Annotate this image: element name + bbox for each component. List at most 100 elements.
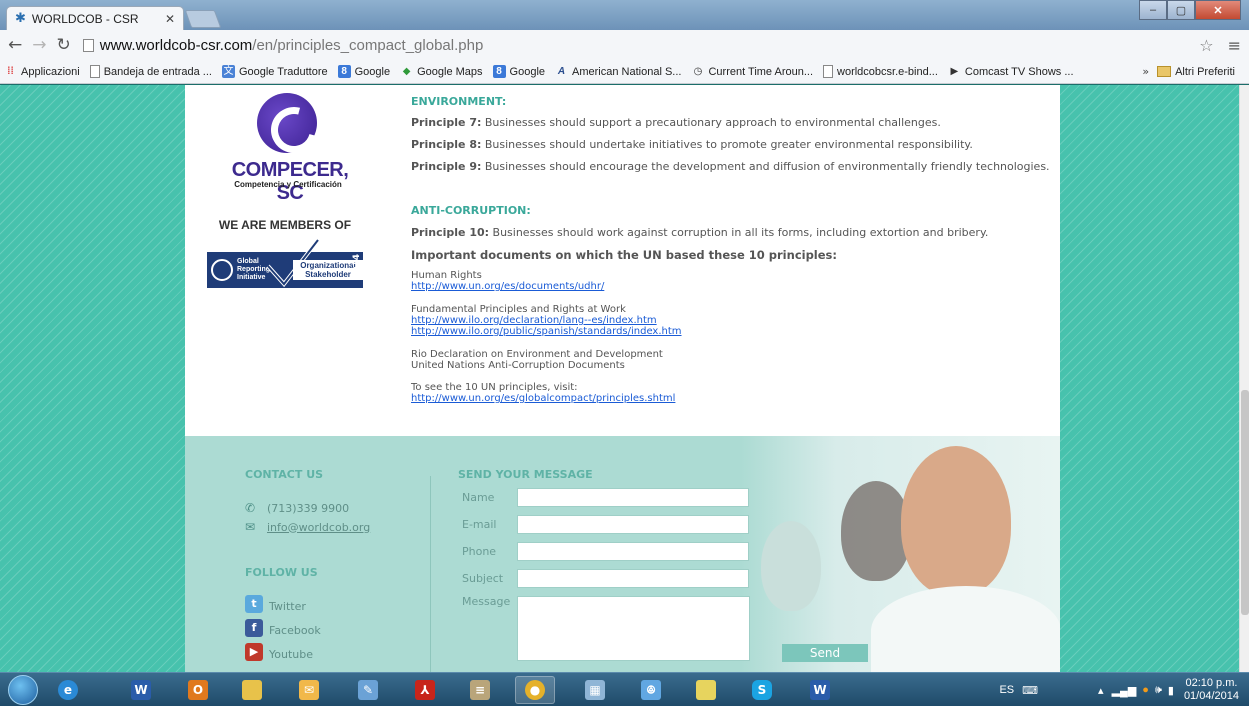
skype-icon: S bbox=[752, 680, 772, 700]
browser-tab[interactable]: ✱ WORLDCOB - CSR ✕ bbox=[6, 6, 184, 30]
bookmarks-overflow-button[interactable]: » bbox=[1142, 65, 1149, 78]
back-arrow-icon[interactable]: ← bbox=[8, 35, 22, 55]
doc-work-rights: Fundamental Principles and Rights at Wor… bbox=[411, 304, 682, 337]
taskbar-ie[interactable]: e bbox=[48, 676, 88, 704]
address-bar[interactable]: www.worldcob-csr.com /en/principles_comp… bbox=[81, 34, 1200, 56]
sidebar: COMPECER, SC Competencia y Certificación… bbox=[185, 85, 385, 436]
tray-expand-icon[interactable]: ▴ bbox=[1098, 684, 1104, 697]
tab-title: WORLDCOB - CSR bbox=[31, 11, 139, 26]
bookmark-item[interactable]: worldcobcsr.e-bind... bbox=[823, 65, 938, 78]
keyboard-icon[interactable]: ⌨ bbox=[1022, 684, 1038, 697]
bookmark-label: Google Traduttore bbox=[238, 65, 328, 78]
taskbar-word[interactable]: W bbox=[121, 676, 161, 704]
network-signal-icon[interactable]: ▂▄▆ bbox=[1112, 684, 1137, 697]
phone-line: ✆ (713)339 9900 bbox=[245, 501, 349, 515]
other-bookmarks-label: Altri Preferiti bbox=[1175, 65, 1235, 78]
taskbar-chrome[interactable]: ● bbox=[515, 676, 555, 704]
doc-label: Human Rights bbox=[411, 270, 482, 281]
gri-globe-icon bbox=[211, 259, 233, 281]
twitter-link[interactable]: t Twitter bbox=[245, 595, 306, 613]
page-icon bbox=[89, 65, 100, 78]
phone-input[interactable] bbox=[517, 542, 749, 561]
taskbar-app[interactable]: ≡ bbox=[460, 676, 500, 704]
principle-9: Principle 9: Businesses should encourage… bbox=[411, 160, 1050, 173]
start-button[interactable] bbox=[8, 675, 38, 705]
bookmark-item[interactable]: ◷ Current Time Aroun... bbox=[691, 65, 813, 78]
send-button[interactable]: Send bbox=[782, 644, 868, 662]
bookmark-item[interactable]: ◆ Google Maps bbox=[400, 65, 483, 78]
subject-label: Subject bbox=[462, 572, 504, 585]
url-path: /en/principles_compact_global.php bbox=[252, 36, 484, 54]
system-tray: ES ⌨ ▴ ▂▄▆ ● 🕪 ▮ 02:10 p.m. 01/04/2014 bbox=[999, 673, 1239, 706]
bookmark-label: Google bbox=[354, 65, 391, 78]
bookmark-item[interactable]: 8 Google bbox=[492, 65, 546, 78]
antivirus-icon[interactable]: ● bbox=[1142, 684, 1149, 696]
tray-clock[interactable]: 02:10 p.m. 01/04/2014 bbox=[1184, 677, 1239, 703]
bookmark-item[interactable]: A American National S... bbox=[555, 65, 682, 78]
email-line: ✉ info@worldcob.org bbox=[245, 520, 370, 534]
clock-date: 01/04/2014 bbox=[1183, 690, 1239, 702]
message-textarea[interactable] bbox=[517, 596, 750, 661]
bookmark-star-icon[interactable]: ☆ bbox=[1199, 36, 1213, 55]
youtube-link[interactable]: ▶ Youtube bbox=[245, 643, 313, 661]
taskbar-word-doc[interactable]: W bbox=[800, 676, 840, 704]
principle-text: Businesses should undertake initiatives … bbox=[481, 138, 973, 151]
taskbar-app[interactable]: ✉ bbox=[289, 676, 329, 704]
worldcob-favicon-icon: ✱ bbox=[15, 11, 26, 26]
scrollbar-thumb[interactable] bbox=[1241, 390, 1249, 615]
bookmark-item[interactable]: 8 Google bbox=[337, 65, 391, 78]
minimize-button[interactable]: – bbox=[1139, 0, 1167, 20]
power-icon[interactable]: ▮ bbox=[1168, 684, 1174, 697]
reload-icon[interactable]: ↻ bbox=[57, 35, 71, 55]
ilo-standards-link[interactable]: http://www.ilo.org/public/spanish/standa… bbox=[411, 326, 682, 337]
other-bookmarks[interactable]: Altri Preferiti bbox=[1157, 66, 1235, 78]
bookmark-label: Google bbox=[509, 65, 546, 78]
maximize-button[interactable]: ▢ bbox=[1167, 0, 1195, 20]
close-window-button[interactable]: ✕ bbox=[1195, 0, 1241, 20]
taskbar-app[interactable]: ✎ bbox=[348, 676, 388, 704]
play-icon: ▶ bbox=[950, 66, 959, 77]
volume-icon[interactable]: 🕪 bbox=[1155, 684, 1162, 697]
taskbar-acrobat[interactable]: ⅄ bbox=[405, 676, 445, 704]
taskbar-outlook[interactable]: O bbox=[178, 676, 218, 704]
menu-icon[interactable]: ≡ bbox=[1228, 36, 1241, 55]
acrobat-icon: ⅄ bbox=[415, 680, 435, 700]
bookmark-item[interactable]: 文 Google Traduttore bbox=[221, 65, 328, 78]
new-tab-button[interactable] bbox=[184, 10, 222, 28]
browser-toolbar: ← → ↻ www.worldcob-csr.com /en/principle… bbox=[0, 30, 1249, 60]
logo-subtitle: Competencia y Certificación bbox=[234, 180, 342, 189]
phone-label: Phone bbox=[462, 545, 497, 558]
ie-icon: e bbox=[58, 680, 78, 700]
taskbar-explorer[interactable] bbox=[232, 676, 272, 704]
taskbar-skype[interactable]: S bbox=[742, 676, 782, 704]
page-viewport: COMPECER, SC Competencia y Certificación… bbox=[0, 85, 1239, 672]
name-input[interactable] bbox=[517, 488, 749, 507]
bookmark-item[interactable]: Bandeja de entrada ... bbox=[89, 65, 212, 78]
compecer-logo-icon[interactable] bbox=[257, 93, 317, 153]
language-indicator[interactable]: ES bbox=[999, 684, 1014, 696]
gri-badge[interactable]: Global Reporting Initiative Organization… bbox=[207, 238, 363, 288]
follow-title: FOLLOW US bbox=[245, 566, 318, 579]
taskbar-app[interactable]: ꔮ bbox=[631, 676, 671, 704]
outlook-icon: O bbox=[188, 680, 208, 700]
un-principles-link[interactable]: http://www.un.org/es/globalcompact/princ… bbox=[411, 393, 675, 404]
facebook-link[interactable]: f Facebook bbox=[245, 619, 321, 637]
forward-arrow-icon[interactable]: → bbox=[32, 35, 46, 55]
folder-icon bbox=[1157, 66, 1172, 77]
principle-10: Principle 10: Businesses should work aga… bbox=[411, 226, 988, 239]
email-link[interactable]: info@worldcob.org bbox=[267, 521, 370, 534]
twitter-label: Twitter bbox=[269, 600, 306, 613]
subject-input[interactable] bbox=[517, 569, 749, 588]
page-scrollbar[interactable] bbox=[1239, 85, 1249, 672]
doc-rio: Rio Declaration on Environment and Devel… bbox=[411, 349, 663, 371]
taskbar-calculator[interactable]: ▦ bbox=[575, 676, 615, 704]
udhr-link[interactable]: http://www.un.org/es/documents/udhr/ bbox=[411, 281, 604, 292]
doc-human-rights: Human Rights http://www.un.org/es/docume… bbox=[411, 270, 604, 292]
taskbar-app[interactable] bbox=[686, 676, 726, 704]
tab-close-icon[interactable]: ✕ bbox=[165, 12, 175, 26]
footer-divider bbox=[430, 476, 431, 672]
email-input[interactable] bbox=[517, 515, 749, 534]
bookmark-item[interactable]: ▶ Comcast TV Shows ... bbox=[948, 65, 1074, 78]
bookmark-item[interactable]: ⁞⁞ Applicazioni bbox=[4, 65, 80, 78]
ilo-declaration-link[interactable]: http://www.ilo.org/declaration/lang--es/… bbox=[411, 315, 682, 326]
